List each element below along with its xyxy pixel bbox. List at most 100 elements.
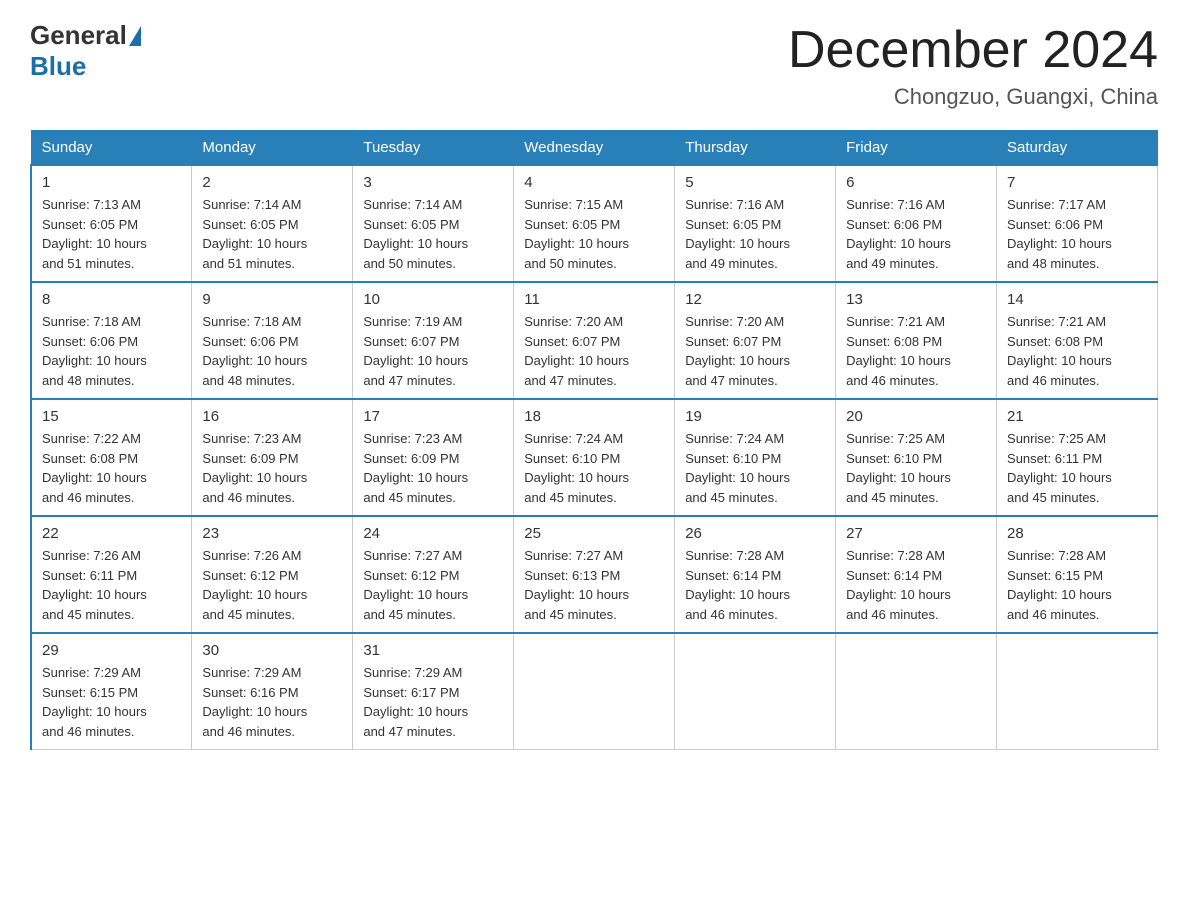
day-number: 15: [42, 408, 181, 425]
day-number: 30: [202, 642, 342, 659]
day-info: Sunrise: 7:28 AMSunset: 6:14 PMDaylight:…: [685, 546, 825, 624]
day-number: 9: [202, 291, 342, 308]
calendar-day-cell: 20 Sunrise: 7:25 AMSunset: 6:10 PMDayligh…: [836, 399, 997, 516]
calendar-day-cell: 7 Sunrise: 7:17 AMSunset: 6:06 PMDaylight…: [997, 165, 1158, 282]
calendar-day-cell: 5 Sunrise: 7:16 AMSunset: 6:05 PMDaylight…: [675, 165, 836, 282]
day-number: 19: [685, 408, 825, 425]
day-info: Sunrise: 7:13 AMSunset: 6:05 PMDaylight:…: [42, 195, 181, 273]
header-saturday: Saturday: [997, 131, 1158, 166]
calendar-day-cell: 9 Sunrise: 7:18 AMSunset: 6:06 PMDaylight…: [192, 282, 353, 399]
day-info: Sunrise: 7:18 AMSunset: 6:06 PMDaylight:…: [42, 312, 181, 390]
day-number: 21: [1007, 408, 1147, 425]
day-info: Sunrise: 7:16 AMSunset: 6:06 PMDaylight:…: [846, 195, 986, 273]
day-number: 23: [202, 525, 342, 542]
day-info: Sunrise: 7:28 AMSunset: 6:15 PMDaylight:…: [1007, 546, 1147, 624]
day-info: Sunrise: 7:29 AMSunset: 6:15 PMDaylight:…: [42, 663, 181, 741]
day-number: 18: [524, 408, 664, 425]
header-wednesday: Wednesday: [514, 131, 675, 166]
calendar-day-cell: [997, 633, 1158, 750]
calendar-day-cell: 25Sunrise: 7:27 AMSunset: 6:13 PMDayligh…: [514, 516, 675, 633]
day-info: Sunrise: 7:26 AMSunset: 6:12 PMDaylight:…: [202, 546, 342, 624]
day-info: Sunrise: 7:27 AMSunset: 6:12 PMDaylight:…: [363, 546, 503, 624]
day-number: 27: [846, 525, 986, 542]
day-number: 1: [42, 174, 181, 191]
calendar-day-cell: 27 Sunrise: 7:28 AMSunset: 6:14 PMDayligh…: [836, 516, 997, 633]
day-number: 8: [42, 291, 181, 308]
day-number: 17: [363, 408, 503, 425]
calendar-day-cell: 12Sunrise: 7:20 AMSunset: 6:07 PMDayligh…: [675, 282, 836, 399]
day-info: Sunrise: 7:14 AMSunset: 6:05 PMDaylight:…: [202, 195, 342, 273]
calendar-day-cell: 6 Sunrise: 7:16 AMSunset: 6:06 PMDaylight…: [836, 165, 997, 282]
calendar-day-cell: [514, 633, 675, 750]
day-info: Sunrise: 7:24 AMSunset: 6:10 PMDaylight:…: [685, 429, 825, 507]
day-info: Sunrise: 7:25 AMSunset: 6:10 PMDaylight:…: [846, 429, 986, 507]
day-number: 29: [42, 642, 181, 659]
calendar-day-cell: 14 Sunrise: 7:21 AMSunset: 6:08 PMDayligh…: [997, 282, 1158, 399]
header-friday: Friday: [836, 131, 997, 166]
calendar-day-cell: 17 Sunrise: 7:23 AMSunset: 6:09 PMDayligh…: [353, 399, 514, 516]
day-number: 10: [363, 291, 503, 308]
day-info: Sunrise: 7:16 AMSunset: 6:05 PMDaylight:…: [685, 195, 825, 273]
logo-triangle-icon: [129, 26, 141, 46]
calendar-table: SundayMondayTuesdayWednesdayThursdayFrid…: [30, 130, 1158, 750]
day-number: 3: [363, 174, 503, 191]
day-info: Sunrise: 7:28 AMSunset: 6:14 PMDaylight:…: [846, 546, 986, 624]
logo-blue-text: Blue: [30, 51, 86, 81]
calendar-day-cell: 23 Sunrise: 7:26 AMSunset: 6:12 PMDayligh…: [192, 516, 353, 633]
day-number: 12: [685, 291, 825, 308]
header-thursday: Thursday: [675, 131, 836, 166]
day-number: 2: [202, 174, 342, 191]
calendar-day-cell: 22 Sunrise: 7:26 AMSunset: 6:11 PMDayligh…: [31, 516, 192, 633]
header-tuesday: Tuesday: [353, 131, 514, 166]
calendar-week-row: 29 Sunrise: 7:29 AMSunset: 6:15 PMDayligh…: [31, 633, 1158, 750]
calendar-day-cell: 18 Sunrise: 7:24 AMSunset: 6:10 PMDayligh…: [514, 399, 675, 516]
day-number: 31: [363, 642, 503, 659]
header-monday: Monday: [192, 131, 353, 166]
day-number: 5: [685, 174, 825, 191]
title-section: December 2024 Chongzuo, Guangxi, China: [788, 20, 1158, 110]
calendar-day-cell: [836, 633, 997, 750]
calendar-day-cell: 28 Sunrise: 7:28 AMSunset: 6:15 PMDayligh…: [997, 516, 1158, 633]
day-info: Sunrise: 7:25 AMSunset: 6:11 PMDaylight:…: [1007, 429, 1147, 507]
day-info: Sunrise: 7:29 AMSunset: 6:17 PMDaylight:…: [363, 663, 503, 741]
day-number: 16: [202, 408, 342, 425]
day-info: Sunrise: 7:21 AMSunset: 6:08 PMDaylight:…: [1007, 312, 1147, 390]
logo: General Blue: [30, 20, 143, 82]
month-title: December 2024: [788, 20, 1158, 80]
calendar-day-cell: 16 Sunrise: 7:23 AMSunset: 6:09 PMDayligh…: [192, 399, 353, 516]
day-info: Sunrise: 7:24 AMSunset: 6:10 PMDaylight:…: [524, 429, 664, 507]
location-title: Chongzuo, Guangxi, China: [788, 84, 1158, 110]
calendar-day-cell: 8 Sunrise: 7:18 AMSunset: 6:06 PMDaylight…: [31, 282, 192, 399]
day-info: Sunrise: 7:23 AMSunset: 6:09 PMDaylight:…: [363, 429, 503, 507]
day-number: 20: [846, 408, 986, 425]
logo-general-text: General: [30, 20, 127, 51]
header-sunday: Sunday: [31, 131, 192, 166]
day-info: Sunrise: 7:26 AMSunset: 6:11 PMDaylight:…: [42, 546, 181, 624]
calendar-day-cell: 2 Sunrise: 7:14 AMSunset: 6:05 PMDaylight…: [192, 165, 353, 282]
day-info: Sunrise: 7:20 AMSunset: 6:07 PMDaylight:…: [524, 312, 664, 390]
day-number: 24: [363, 525, 503, 542]
calendar-day-cell: [675, 633, 836, 750]
day-info: Sunrise: 7:23 AMSunset: 6:09 PMDaylight:…: [202, 429, 342, 507]
day-info: Sunrise: 7:15 AMSunset: 6:05 PMDaylight:…: [524, 195, 664, 273]
day-number: 7: [1007, 174, 1147, 191]
day-number: 14: [1007, 291, 1147, 308]
calendar-day-cell: 4 Sunrise: 7:15 AMSunset: 6:05 PMDaylight…: [514, 165, 675, 282]
day-number: 6: [846, 174, 986, 191]
page-header: General Blue December 2024 Chongzuo, Gua…: [30, 20, 1158, 110]
calendar-day-cell: 3 Sunrise: 7:14 AMSunset: 6:05 PMDaylight…: [353, 165, 514, 282]
day-info: Sunrise: 7:21 AMSunset: 6:08 PMDaylight:…: [846, 312, 986, 390]
calendar-week-row: 1 Sunrise: 7:13 AMSunset: 6:05 PMDaylight…: [31, 165, 1158, 282]
day-number: 25: [524, 525, 664, 542]
day-number: 4: [524, 174, 664, 191]
calendar-day-cell: 29 Sunrise: 7:29 AMSunset: 6:15 PMDayligh…: [31, 633, 192, 750]
calendar-day-cell: 1 Sunrise: 7:13 AMSunset: 6:05 PMDaylight…: [31, 165, 192, 282]
day-number: 22: [42, 525, 181, 542]
calendar-day-cell: 10Sunrise: 7:19 AMSunset: 6:07 PMDayligh…: [353, 282, 514, 399]
calendar-day-cell: 31 Sunrise: 7:29 AMSunset: 6:17 PMDayligh…: [353, 633, 514, 750]
day-info: Sunrise: 7:29 AMSunset: 6:16 PMDaylight:…: [202, 663, 342, 741]
day-info: Sunrise: 7:14 AMSunset: 6:05 PMDaylight:…: [363, 195, 503, 273]
day-number: 28: [1007, 525, 1147, 542]
day-info: Sunrise: 7:18 AMSunset: 6:06 PMDaylight:…: [202, 312, 342, 390]
day-info: Sunrise: 7:17 AMSunset: 6:06 PMDaylight:…: [1007, 195, 1147, 273]
